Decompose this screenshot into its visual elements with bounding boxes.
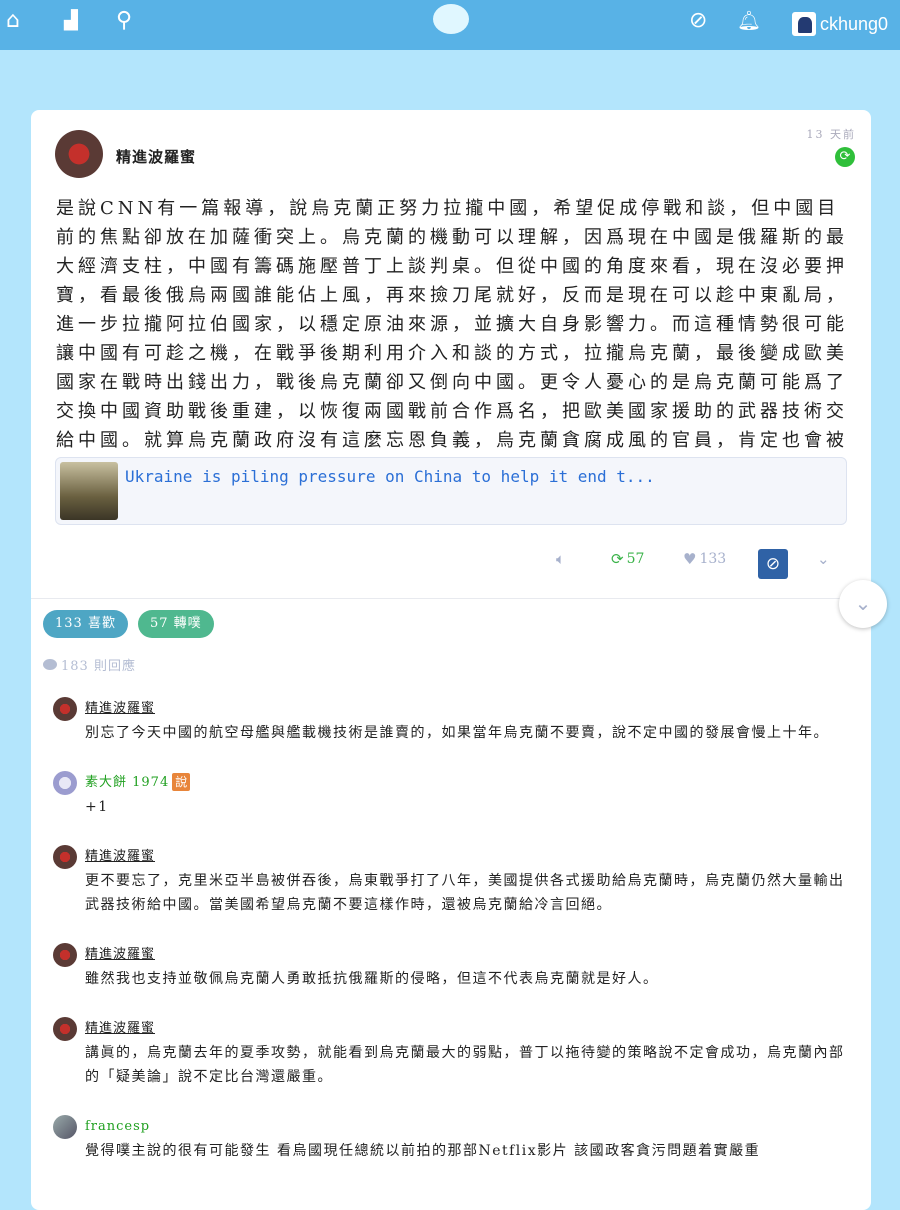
more-options-button[interactable]: ⌄	[817, 550, 830, 568]
qualifier-badge: 說	[172, 773, 191, 791]
comment-list: 精進波羅蜜 別忘了今天中國的航空母艦與艦載機技術是誰賣的，如果當年烏克蘭不要賣，…	[53, 697, 853, 1189]
comment: 精進波羅蜜 更不要忘了，克里米亞半島被併吞後，烏東戰爭打了八年，美國提供各式援助…	[53, 845, 853, 917]
user-menu[interactable]: ckhung0	[792, 12, 888, 36]
replurk-icon: ⟳	[835, 147, 855, 167]
comment: francesp 覺得噗主說的很有可能發生 看烏國現任總統以前拍的那部Netfl…	[53, 1115, 853, 1163]
commenter-name[interactable]: 精進波羅蜜	[85, 845, 155, 869]
chevron-down-icon: ⌄	[854, 591, 872, 615]
like-count: 133	[699, 551, 727, 567]
bell-icon[interactable]: 🔔︎	[737, 8, 761, 34]
username: ckhung0	[820, 13, 889, 34]
replurk-count: 57	[626, 551, 645, 567]
compass-icon[interactable]: ⊘	[689, 8, 707, 34]
commenter-name[interactable]: 素大餅 1974	[85, 771, 169, 795]
author-avatar[interactable]	[55, 130, 103, 178]
mute-icon: 🔈︎	[556, 550, 566, 568]
response-count-label: 183 則回應	[61, 659, 136, 674]
comment: 素大餅 1974 說 +1	[53, 771, 853, 819]
commenter-name[interactable]: francesp	[85, 1115, 150, 1139]
commenter-avatar[interactable]	[53, 697, 77, 721]
plurk-logo[interactable]	[433, 4, 469, 34]
comment-icon	[43, 659, 57, 670]
comment-text: 雖然我也支持並敬佩烏克蘭人勇敢抵抗俄羅斯的侵略，但這不代表烏克蘭就是好人。	[85, 971, 659, 987]
author-name[interactable]: 精進波羅蜜	[116, 146, 196, 167]
divider	[31, 598, 871, 599]
commenter-avatar[interactable]	[53, 1017, 77, 1041]
share-button[interactable]: ⊘	[758, 549, 788, 579]
commenter-avatar[interactable]	[53, 771, 77, 795]
like-button[interactable]: ♥ 133	[683, 550, 726, 568]
comment-text: 更不要忘了，克里米亞半島被併吞後，烏東戰爭打了八年，美國提供各式援助給烏克蘭時，…	[85, 873, 845, 913]
home-icon[interactable]: ⌂	[6, 8, 20, 34]
commenter-name[interactable]: 精進波羅蜜	[85, 1017, 155, 1041]
link-title[interactable]: Ukraine is piling pressure on China to h…	[125, 467, 655, 486]
avatar	[792, 12, 816, 36]
post-time: 13 天前	[806, 128, 856, 141]
plurk-card: 精進波羅蜜 13 天前 ⟳ 是說CNN有一篇報導，說烏克蘭正努力拉攏中國，希望促…	[31, 110, 871, 1210]
replurk-button[interactable]: ⟳ 57	[611, 550, 644, 568]
replurks-pill[interactable]: 57 轉噗	[138, 610, 214, 638]
search-icon[interactable]: ⚲	[116, 8, 132, 34]
comment: 精進波羅蜜 別忘了今天中國的航空母艦與艦載機技術是誰賣的，如果當年烏克蘭不要賣，…	[53, 697, 853, 745]
compass-icon: ⊘	[765, 554, 781, 574]
action-bar: 🔈︎ ⟳ 57 ♥ 133 ⌄	[31, 550, 871, 580]
comment: 精進波羅蜜 雖然我也支持並敬佩烏克蘭人勇敢抵抗俄羅斯的侵略，但這不代表烏克蘭就是…	[53, 943, 853, 991]
scroll-down-button[interactable]: ⌄	[839, 580, 887, 628]
top-bar: ⌂ ▟ ⚲ ⊘ 🔔︎ ckhung0	[0, 0, 900, 50]
comment-text: 別忘了今天中國的航空母艦與艦載機技術是誰賣的，如果當年烏克蘭不要賣，說不定中國的…	[85, 725, 829, 741]
heart-icon: ♥	[683, 550, 697, 568]
chevron-down-icon: ⌄	[817, 550, 830, 568]
comment: 精進波羅蜜 講眞的，烏克蘭去年的夏季攻勢，就能看到烏克蘭最大的弱點，普丁以拖待變…	[53, 1017, 853, 1089]
commenter-avatar[interactable]	[53, 943, 77, 967]
replurk-icon: ⟳	[611, 550, 624, 568]
comment-text: 覺得噗主說的很有可能發生 看烏國現任總統以前拍的那部Netflix影片 該國政客…	[85, 1143, 761, 1159]
commenter-avatar[interactable]	[53, 1115, 77, 1139]
likes-pill[interactable]: 133 喜歡	[43, 610, 128, 638]
post-body: 是說CNN有一篇報導，說烏克蘭正努力拉攏中國，希望促成停戰和談，但中國目前的焦點…	[56, 198, 848, 480]
ranking-icon[interactable]: ▟	[64, 8, 78, 34]
commenter-name[interactable]: 精進波羅蜜	[85, 943, 155, 967]
response-count: 183 則回應	[43, 655, 136, 674]
comment-text: +1	[85, 799, 109, 815]
link-preview[interactable]: Ukraine is piling pressure on China to h…	[55, 457, 847, 525]
commenter-name[interactable]: 精進波羅蜜	[85, 697, 155, 721]
comment-text: 講眞的，烏克蘭去年的夏季攻勢，就能看到烏克蘭最大的弱點，普丁以拖待變的策略說不定…	[85, 1045, 845, 1085]
mute-button[interactable]: 🔈︎	[556, 550, 565, 568]
link-thumbnail	[60, 462, 118, 520]
commenter-avatar[interactable]	[53, 845, 77, 869]
